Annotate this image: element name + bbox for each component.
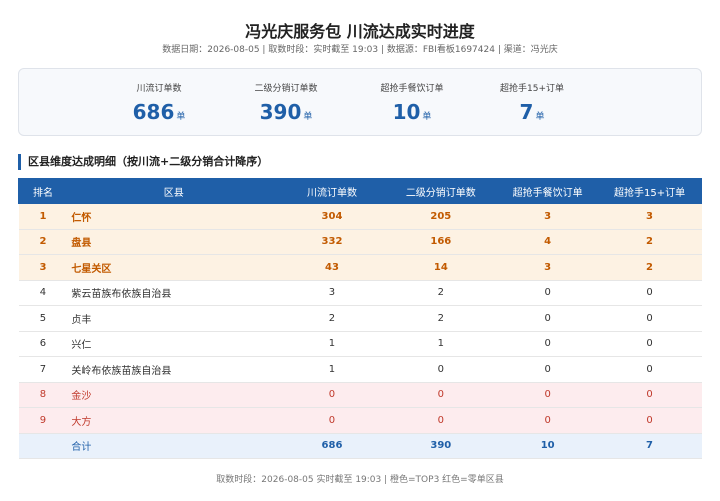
region-cell: 盘县 (67, 229, 281, 255)
column-header-plus15: 超抢手15+订单 (597, 178, 702, 204)
rank-cell: 3 (18, 254, 68, 281)
total-fenxiao: 390 (383, 433, 498, 459)
column-header-rank: 排名 (18, 178, 68, 204)
region-cell: 兴仁 (67, 331, 281, 357)
kpi-label: 超抢手15+订单 (500, 84, 564, 94)
fenxiao-cell: 14 (383, 254, 498, 281)
total-chuanliu: 686 (280, 433, 384, 459)
plus15-cell: 0 (597, 382, 702, 408)
plus15-cell: 0 (597, 407, 702, 434)
fenxiao-cell: 0 (383, 382, 498, 408)
canyin-cell: 0 (497, 280, 598, 306)
kpi-value: 7 (519, 100, 534, 124)
fenxiao-cell: 0 (383, 356, 498, 383)
region-cell: 仁怀 (67, 203, 281, 230)
table-row: 8 金沙 0 0 0 0 (18, 382, 702, 408)
fenxiao-cell: 2 (383, 305, 498, 332)
rank-cell: 6 (18, 331, 68, 357)
fenxiao-cell: 0 (383, 407, 498, 434)
canyin-cell: 0 (497, 382, 598, 408)
canyin-cell: 3 (497, 203, 598, 230)
kpi-label: 二级分销订单数 (254, 84, 318, 94)
rank-cell: 2 (18, 229, 68, 255)
kpi-value: 686 (132, 100, 175, 124)
chuanliu-cell: 2 (280, 305, 384, 332)
table-row: 7 关岭布依族苗族自治县 1 0 0 0 (18, 356, 702, 383)
plus15-cell: 2 (597, 254, 702, 281)
region-cell: 七星关区 (67, 254, 281, 281)
kpi-summary-card: 川流订单数 686 单 二级分销订单数 390 单 超抢手餐饮订单 10 单 超抢手1… (18, 68, 702, 136)
kpi-fenxiao: 二级分销订单数 390 单 (226, 81, 346, 124)
rank-cell: 9 (18, 407, 68, 434)
total-plus15: 7 (597, 433, 702, 459)
fenxiao-cell: 166 (383, 229, 498, 255)
total-rank-cell (18, 433, 68, 459)
table-row: 3 七星关区 43 14 3 2 (18, 254, 702, 281)
kpi-unit: 单 (303, 112, 313, 122)
canyin-cell: 0 (497, 356, 598, 383)
column-header-region: 区县 (66, 178, 281, 204)
table-row: 2 盘县 332 166 4 2 (18, 229, 702, 255)
rank-cell: 4 (18, 280, 68, 306)
region-cell: 金沙 (67, 382, 281, 408)
column-header-chuanliu: 川流订单数 (279, 178, 385, 204)
table-row: 6 兴仁 1 1 0 0 (18, 331, 702, 357)
plus15-cell: 2 (597, 229, 702, 255)
canyin-cell: 0 (497, 407, 598, 434)
rank-cell: 7 (18, 356, 68, 383)
chuanliu-cell: 43 (280, 254, 384, 281)
kpi-unit: 单 (176, 112, 186, 122)
canyin-cell: 0 (497, 305, 598, 332)
canyin-cell: 0 (497, 331, 598, 357)
footer-note: 取数时段：2026-08-05 实时截至 19:03 | 橙色=TOP3 红色=… (216, 475, 504, 485)
kpi-chuanliu: 川流订单数 686 单 (99, 81, 219, 124)
chuanliu-cell: 332 (280, 229, 384, 255)
chuanliu-cell: 0 (280, 407, 384, 434)
table-row: 4 紫云苗族布依族自治县 3 2 0 0 (18, 280, 702, 306)
table-row: 1 仁怀 304 205 3 3 (18, 203, 702, 230)
canyin-cell: 4 (497, 229, 598, 255)
kpi-unit: 单 (535, 112, 545, 122)
kpi-canyin: 超抢手餐饮订单 10 单 (352, 81, 472, 124)
kpi-value: 10 (392, 100, 421, 124)
report-meta: 数据日期：2026-08-05 | 取数时段：实时截至 19:03 | 数据源：… (162, 45, 558, 55)
region-cell: 紫云苗族布依族自治县 (67, 280, 281, 306)
fenxiao-cell: 205 (383, 203, 498, 230)
total-canyin: 10 (497, 433, 598, 459)
section-title: 区县维度达成明细（按川流+二级分销合计降序） (18, 154, 268, 170)
kpi-label: 川流订单数 (136, 84, 182, 94)
table-total-row: 合计 686 390 10 7 (18, 433, 702, 459)
region-cell: 大方 (67, 407, 281, 434)
chuanliu-cell: 1 (280, 331, 384, 357)
plus15-cell: 0 (597, 280, 702, 306)
column-header-canyin: 超抢手餐饮订单 (497, 178, 599, 204)
plus15-cell: 0 (597, 356, 702, 383)
chuanliu-cell: 3 (280, 280, 384, 306)
rank-cell: 5 (18, 305, 68, 332)
column-header-fenxiao: 二级分销订单数 (383, 178, 499, 204)
kpi-unit: 单 (422, 112, 432, 122)
table-header-row: 排名 区县 川流订单数 二级分销订单数 超抢手餐饮订单 超抢手15+订单 (18, 178, 702, 204)
page-title: 冯光庆服务包 川流达成实时进度 (245, 22, 475, 41)
fenxiao-cell: 1 (383, 331, 498, 357)
plus15-cell: 3 (597, 203, 702, 230)
total-label: 合计 (67, 433, 281, 459)
region-cell: 贞丰 (67, 305, 281, 332)
fenxiao-cell: 2 (383, 280, 498, 306)
kpi-plus15: 超抢手15+订单 7单 (472, 81, 592, 124)
chuanliu-cell: 1 (280, 356, 384, 383)
region-cell: 关岭布依族苗族自治县 (67, 356, 281, 383)
table-row: 9 大方 0 0 0 0 (18, 407, 702, 434)
region-detail-table: 排名 区县 川流订单数 二级分销订单数 超抢手餐饮订单 超抢手15+订单 1 仁怀… (18, 178, 702, 459)
plus15-cell: 0 (597, 305, 702, 332)
canyin-cell: 3 (497, 254, 598, 281)
kpi-value: 390 (259, 100, 302, 124)
table-row: 5 贞丰 2 2 0 0 (18, 305, 702, 332)
chuanliu-cell: 0 (280, 382, 384, 408)
kpi-label: 超抢手餐饮订单 (380, 84, 444, 94)
rank-cell: 1 (18, 203, 68, 230)
plus15-cell: 0 (597, 331, 702, 357)
rank-cell: 8 (18, 382, 68, 408)
chuanliu-cell: 304 (280, 203, 384, 230)
